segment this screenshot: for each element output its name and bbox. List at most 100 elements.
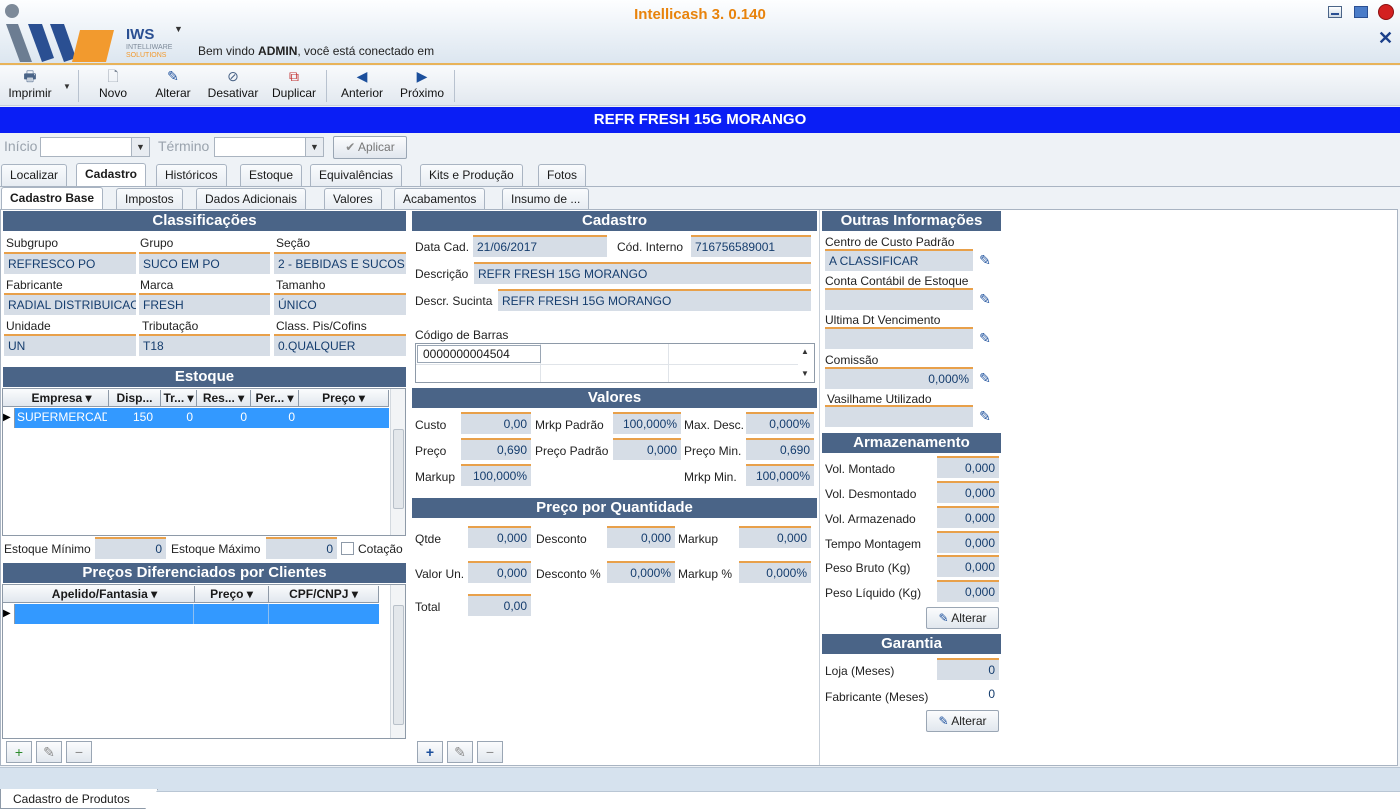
pis-cofins-field[interactable]: 0.QUALQUER	[274, 334, 406, 356]
col-res[interactable]: Res... ▾	[197, 390, 251, 406]
data-cad-field[interactable]: 21/06/2017	[473, 235, 607, 257]
preco-min-field[interactable]: 0,690	[746, 438, 814, 460]
subtab-dados-adicionais[interactable]: Dados Adicionais	[196, 188, 307, 210]
subtab-impostos[interactable]: Impostos	[116, 188, 183, 210]
tab-fotos[interactable]: Fotos	[538, 164, 587, 186]
estoque-minimo-field[interactable]: 0	[95, 537, 166, 559]
comissao-field[interactable]: 0,000%	[825, 367, 973, 389]
cod-interno-field[interactable]: 716756589001	[691, 235, 811, 257]
tab-estoque[interactable]: Estoque	[240, 164, 303, 186]
tab-kits[interactable]: Kits e Produção	[420, 164, 523, 186]
subtab-insumo[interactable]: Insumo de ...	[502, 188, 590, 210]
markup-field[interactable]: 100,000%	[461, 464, 531, 486]
logo-menu-arrow-icon[interactable]: ▼	[174, 24, 183, 34]
estoque-maximo-field[interactable]: 0	[266, 537, 337, 559]
qtde-field[interactable]: 0,000	[468, 526, 531, 548]
print-button[interactable]: 🖶 Imprimir	[4, 66, 56, 106]
subtab-valores[interactable]: Valores	[324, 188, 382, 210]
subtab-cadastro-base[interactable]: Cadastro Base	[1, 187, 104, 210]
estoque-scrollbar[interactable]	[390, 389, 405, 535]
close-icon[interactable]: ✕	[1378, 28, 1393, 49]
tab-localizar[interactable]: Localizar	[1, 164, 68, 186]
garantia-fabricante-field[interactable]: 0	[937, 684, 999, 706]
deactivate-button[interactable]: ⊘ Desativar	[204, 66, 262, 106]
apply-button[interactable]: ✔ Aplicar	[333, 136, 407, 159]
unidade-field[interactable]: UN	[4, 334, 136, 356]
preco-padrao-field[interactable]: 0,000	[613, 438, 681, 460]
custo-field[interactable]: 0,00	[461, 412, 531, 434]
col-cli-preco[interactable]: Preço ▾	[195, 586, 269, 602]
minimize-icon[interactable]	[1328, 6, 1342, 18]
pencil-icon[interactable]: ✎	[976, 251, 994, 269]
tab-historicos[interactable]: Históricos	[156, 164, 227, 186]
barras-scroll-up-icon[interactable]: ▲	[801, 347, 809, 356]
chevron-down-icon[interactable]: ▼	[305, 138, 323, 156]
add-qty-price-button[interactable]: +	[417, 741, 443, 763]
vol-montado-field[interactable]: 0,000	[937, 456, 999, 478]
subgrupo-field[interactable]: REFRESCO PO	[4, 252, 136, 274]
mrkp-min-field[interactable]: 100,000%	[746, 464, 814, 486]
cotacao-checkbox[interactable]	[341, 542, 354, 555]
edit-button[interactable]: ✎ Alterar	[148, 66, 198, 106]
vol-armazenado-field[interactable]: 0,000	[937, 506, 999, 528]
col-disp[interactable]: Disp...	[109, 390, 161, 406]
conta-contabil-field[interactable]	[825, 288, 973, 310]
col-cpf[interactable]: CPF/CNPJ ▾	[269, 586, 379, 602]
peso-liquido-field[interactable]: 0,000	[937, 580, 999, 602]
remove-qty-price-button[interactable]: −	[477, 741, 503, 763]
tab-equivalencias[interactable]: Equivalências	[310, 164, 403, 186]
chevron-down-icon[interactable]: ▼	[131, 138, 149, 156]
next-button[interactable]: ▶ Próximo	[394, 66, 450, 106]
mail-icon[interactable]	[1354, 6, 1368, 18]
scroll-thumb[interactable]	[393, 429, 404, 509]
descricao-field[interactable]: REFR FRESH 15G MORANGO	[474, 262, 811, 284]
secao-field[interactable]: 2 - BEBIDAS E SUCOS	[274, 252, 406, 274]
bottom-tab-cadastro-produtos[interactable]: Cadastro de Produtos	[0, 789, 158, 809]
ultima-dt-field[interactable]	[825, 327, 973, 349]
col-empresa[interactable]: Empresa ▾	[15, 390, 109, 406]
subtab-acabamentos[interactable]: Acabamentos	[394, 188, 486, 210]
total-field[interactable]: 0,00	[468, 594, 531, 616]
marca-field[interactable]: FRESH	[139, 293, 270, 315]
previous-button[interactable]: ◀ Anterior	[334, 66, 390, 106]
garantia-alterar-button[interactable]: ✎ Alterar	[926, 710, 999, 732]
scroll-thumb[interactable]	[393, 605, 404, 725]
duplicate-button[interactable]: ⧉ Duplicar	[268, 66, 320, 106]
mrkp-padrao-field[interactable]: 100,000%	[613, 412, 681, 434]
table-row[interactable]	[15, 604, 379, 624]
desconto-field[interactable]: 0,000	[607, 526, 675, 548]
add-client-price-button[interactable]: +	[6, 741, 32, 763]
vol-desmontado-field[interactable]: 0,000	[937, 481, 999, 503]
tributacao-field[interactable]: T18	[139, 334, 270, 356]
valor-un-field[interactable]: 0,000	[468, 561, 531, 583]
inicio-date-combo[interactable]: ▼	[40, 137, 150, 157]
centro-custo-field[interactable]: A CLASSIFICAR	[825, 249, 973, 271]
vasilhame-field[interactable]	[825, 405, 973, 427]
pencil-icon[interactable]: ✎	[976, 407, 994, 425]
col-per[interactable]: Per... ▾	[251, 390, 299, 406]
garantia-loja-field[interactable]: 0	[937, 658, 999, 680]
tempo-montagem-field[interactable]: 0,000	[937, 531, 999, 553]
pencil-icon[interactable]: ✎	[976, 290, 994, 308]
clientes-scrollbar[interactable]	[390, 585, 405, 738]
new-button[interactable]: 🗋 Novo	[90, 66, 136, 106]
edit-qty-price-button[interactable]: ✎	[447, 741, 473, 763]
codigo-barras-cell[interactable]: 0000000004504	[417, 345, 541, 363]
preco-field[interactable]: 0,690	[461, 438, 531, 460]
desconto-pct-field[interactable]: 0,000%	[607, 561, 675, 583]
peso-bruto-field[interactable]: 0,000	[937, 555, 999, 577]
descr-sucinta-field[interactable]: REFR FRESH 15G MORANGO	[498, 289, 811, 311]
termino-date-combo[interactable]: ▼	[214, 137, 324, 157]
tamanho-field[interactable]: ÚNICO	[274, 293, 406, 315]
help-icon[interactable]	[1378, 4, 1394, 20]
max-desc-field[interactable]: 0,000%	[746, 412, 814, 434]
col-preco[interactable]: Preço ▾	[299, 390, 389, 406]
pencil-icon[interactable]: ✎	[976, 369, 994, 387]
col-tr[interactable]: Tr... ▾	[161, 390, 197, 406]
markup-qtd-field[interactable]: 0,000	[739, 526, 811, 548]
armazenamento-alterar-button[interactable]: ✎ Alterar	[926, 607, 999, 629]
markup-pct-field[interactable]: 0,000%	[739, 561, 811, 583]
edit-client-price-button[interactable]: ✎	[36, 741, 62, 763]
pencil-icon[interactable]: ✎	[976, 329, 994, 347]
barras-scroll-down-icon[interactable]: ▼	[801, 369, 809, 378]
